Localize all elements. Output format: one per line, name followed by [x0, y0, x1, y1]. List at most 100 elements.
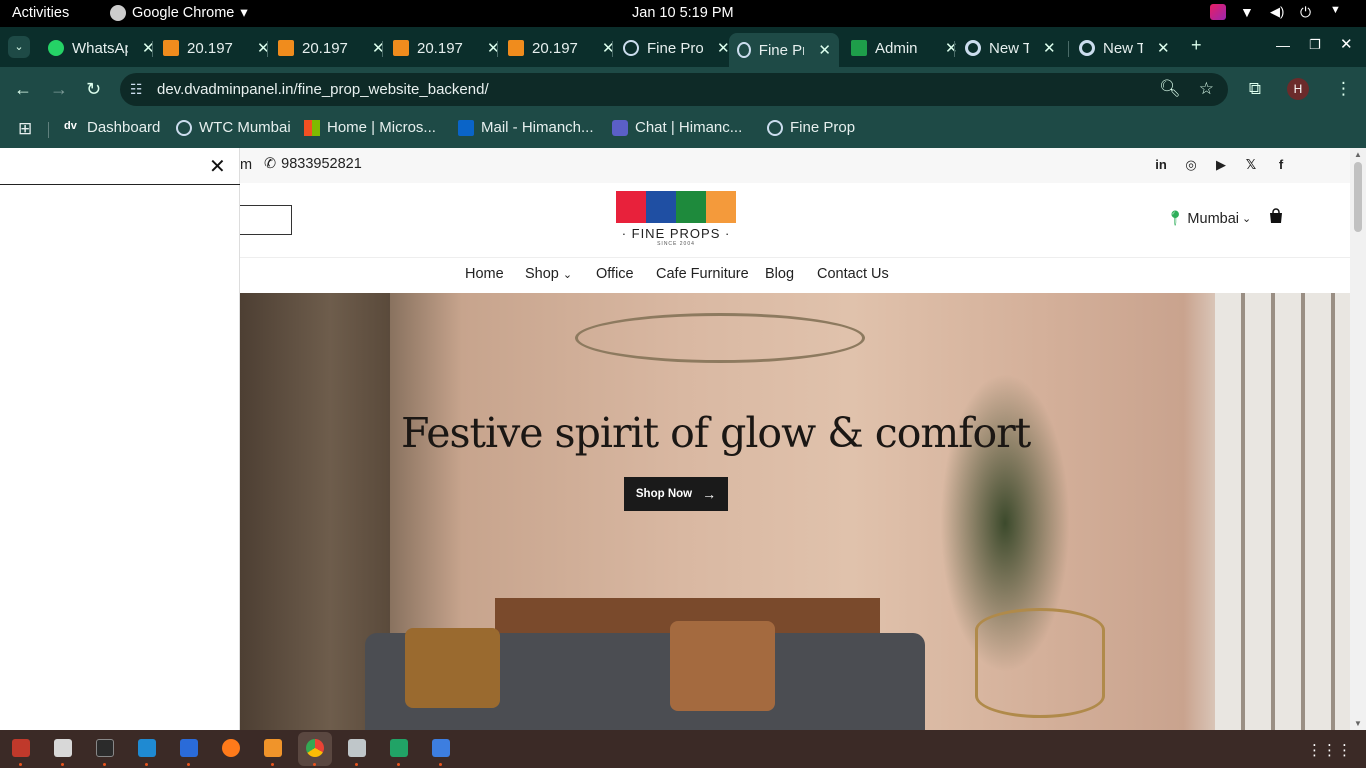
facebook-icon[interactable]: f	[1274, 157, 1288, 173]
tab-fine-props-1[interactable]: Fine Props ✕	[623, 33, 730, 63]
cushion-image	[405, 628, 500, 708]
site-settings-icon[interactable]: ☷	[130, 81, 146, 97]
phone-icon: ✆	[264, 156, 277, 172]
tab-whatsapp[interactable]: WhatsApp ✕	[48, 33, 155, 63]
apps-grid-icon[interactable]: ⊞	[18, 119, 32, 139]
reload-icon[interactable]: ↻	[86, 79, 101, 100]
show-apps-grid-icon[interactable]: ⋮⋮⋮	[1307, 741, 1352, 759]
side-drawer: ✕	[0, 148, 240, 730]
close-icon[interactable]: ✕	[1043, 39, 1056, 57]
app-menu[interactable]: Google Chrome ▾	[110, 5, 248, 21]
tab-vlc-2[interactable]: 20.197 ✕	[278, 33, 385, 63]
maximize-button[interactable]: ❐	[1309, 37, 1321, 53]
wifi-icon[interactable]: ▼	[1240, 4, 1256, 20]
profile-avatar[interactable]: H	[1287, 78, 1309, 100]
zoom-icon[interactable]: 🔍︎	[1159, 79, 1181, 99]
close-icon[interactable]: ✕	[1157, 39, 1170, 57]
close-icon[interactable]: ✕	[945, 39, 958, 57]
close-icon[interactable]: ✕	[209, 154, 226, 179]
email-text[interactable]: m	[240, 157, 252, 173]
vlc-icon	[508, 40, 524, 56]
forward-arrow-icon[interactable]: →	[50, 79, 68, 100]
scroll-up-arrow-icon[interactable]: ▲	[1354, 150, 1362, 159]
logo-tile-red	[616, 191, 646, 223]
nav-cafe-furniture[interactable]: Cafe Furniture	[656, 266, 749, 282]
clock[interactable]: Jan 10 5:19 PM	[632, 5, 734, 21]
app-name: Google Chrome	[132, 5, 235, 21]
whatsapp-icon	[48, 40, 64, 56]
sublime-app-icon[interactable]	[264, 739, 282, 757]
shop-now-button[interactable]: Shop Now →	[624, 477, 728, 511]
volume-icon[interactable]: ◀)	[1270, 4, 1286, 20]
bookmark-wtc-mumbai[interactable]: WTC Mumbai	[176, 119, 291, 136]
dv-icon: dv	[64, 119, 77, 132]
tab-vlc-1[interactable]: 20.197 ✕	[163, 33, 270, 63]
bookmark-dashboard[interactable]: dv Dashboard	[64, 119, 160, 136]
scroll-down-arrow-icon[interactable]: ▼	[1354, 719, 1362, 728]
chandelier-image	[575, 313, 865, 363]
power-icon[interactable]: ⏻	[1300, 4, 1316, 20]
writer-app-icon[interactable]	[180, 739, 198, 757]
close-icon[interactable]: ✕	[818, 41, 831, 59]
shopping-bag-icon[interactable]	[1268, 208, 1284, 224]
chrome-icon	[1079, 40, 1095, 56]
nav-shop[interactable]: Shop ⌄	[525, 266, 572, 282]
close-window-button[interactable]: ✕	[1340, 35, 1353, 53]
nav-blog[interactable]: Blog	[765, 266, 794, 282]
minimize-button[interactable]: —	[1276, 37, 1290, 53]
window-image	[1215, 293, 1350, 730]
phone-link[interactable]: ✆ 9833952821	[264, 156, 362, 172]
chrome-menu-icon[interactable]: ⋮	[1335, 79, 1352, 99]
software-app-icon[interactable]	[12, 739, 30, 757]
city-selector[interactable]: 📍︎ Mumbai ⌄	[1166, 210, 1251, 228]
taskbar-dock: ⋮⋮⋮	[0, 730, 1366, 768]
linkedin-icon[interactable]: in	[1154, 157, 1168, 173]
system-tray[interactable]: ▼ ◀) ⏻ ▼	[1210, 4, 1346, 20]
globe-icon	[176, 119, 192, 136]
extension-cube-icon[interactable]	[1210, 4, 1226, 20]
globe-icon	[623, 40, 639, 56]
files-app-icon[interactable]	[54, 739, 72, 757]
tab-vlc-3[interactable]: 20.197 ✕	[393, 33, 500, 63]
close-icon[interactable]: ✕	[717, 39, 730, 57]
tab-strip: ⌄ WhatsApp ✕ 20.197 ✕ 20.197 ✕ 20.197 ✕ …	[0, 27, 1366, 67]
vscode-app-icon[interactable]	[138, 739, 156, 757]
activities-button[interactable]: Activities	[12, 5, 69, 21]
tab-search-button[interactable]: ⌄	[8, 36, 30, 58]
nav-contact-us[interactable]: Contact Us	[817, 266, 889, 282]
location-pin-icon: 📍︎	[1166, 211, 1185, 227]
back-arrow-icon[interactable]: ←	[14, 79, 32, 100]
x-twitter-icon[interactable]: 𝕏	[1244, 157, 1258, 173]
tab-new-1[interactable]: New Tab ✕	[965, 33, 1056, 63]
bookmark-chat[interactable]: Chat | Himanc...	[612, 119, 742, 136]
chrome-icon	[110, 5, 126, 21]
tab-new-2[interactable]: New Tab ✕	[1079, 33, 1170, 63]
page-scrollbar[interactable]: ▲ ▼	[1350, 148, 1366, 730]
address-bar[interactable]: ☷ dev.dvadminpanel.in/fine_prop_website_…	[120, 73, 1228, 106]
youtube-icon[interactable]: ▶	[1214, 157, 1228, 173]
chevron-down-icon[interactable]: ▼	[1330, 4, 1346, 20]
bookmark-fine-prop[interactable]: Fine Prop	[767, 119, 855, 136]
terminal-app-icon[interactable]	[96, 739, 114, 757]
extensions-icon[interactable]: ⧉	[1249, 79, 1261, 99]
firefox-app-icon[interactable]	[222, 739, 240, 757]
new-tab-button[interactable]: +	[1191, 35, 1202, 56]
bookmark-mail[interactable]: Mail - Himanch...	[458, 119, 594, 136]
fine-props-logo[interactable]: · FINE PROPS · SINCE 2004	[616, 191, 736, 249]
tab-vlc-4[interactable]: 20.197 ✕	[508, 33, 615, 63]
bookmark-star-icon[interactable]: ☆	[1199, 79, 1214, 99]
image-viewer-app-icon[interactable]	[348, 739, 366, 757]
calc-app-icon[interactable]	[390, 739, 408, 757]
nav-home[interactable]: Home	[465, 266, 504, 282]
nav-office[interactable]: Office	[596, 266, 634, 282]
vlc-icon	[278, 40, 294, 56]
chrome-app-icon[interactable]	[306, 739, 324, 757]
side-table-image	[975, 608, 1105, 718]
tab-fine-props-active[interactable]: Fine Props ✕	[729, 33, 839, 67]
instagram-icon[interactable]: ◎	[1184, 157, 1198, 173]
tab-admin[interactable]: Admin ✕	[851, 33, 958, 63]
url-text[interactable]: dev.dvadminpanel.in/fine_prop_website_ba…	[157, 81, 489, 98]
bookmark-microsoft-home[interactable]: Home | Micros...	[304, 119, 436, 136]
text-editor-app-icon[interactable]	[432, 739, 450, 757]
scrollbar-thumb[interactable]	[1354, 162, 1362, 232]
